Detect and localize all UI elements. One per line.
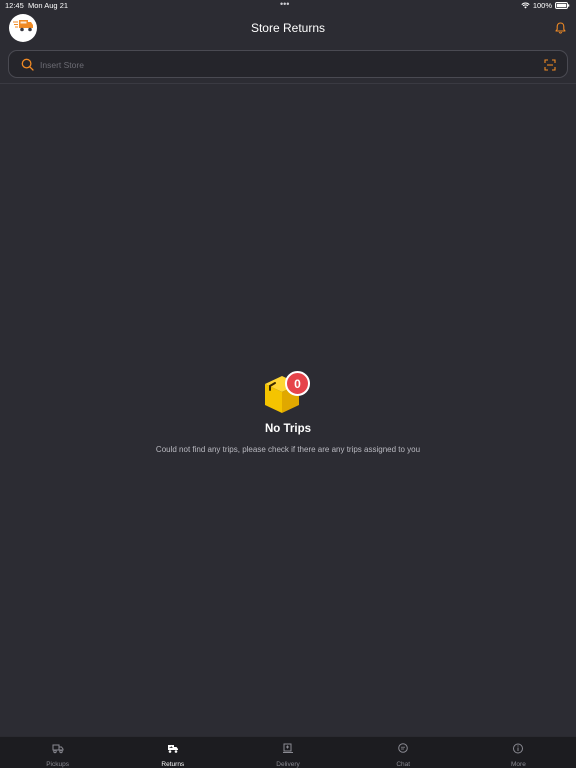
status-time: 12:45 — [5, 1, 24, 10]
pickup-truck-icon — [52, 741, 64, 759]
battery-icon — [555, 2, 570, 9]
battery-percent: 100% — [532, 1, 552, 10]
tab-delivery[interactable]: Delivery — [230, 737, 345, 768]
page-title: Store Returns — [250, 21, 326, 35]
tab-more[interactable]: More — [461, 737, 576, 768]
multitasking-dots[interactable]: ••• — [280, 0, 289, 9]
tab-label: Delivery — [276, 761, 300, 768]
chat-icon — [397, 741, 409, 759]
search-icon — [21, 58, 34, 76]
tab-label: Chat — [396, 761, 411, 768]
tab-bar: Pickups Returns Delivery Chat More — [0, 736, 576, 768]
wifi-icon — [521, 2, 530, 9]
tab-label: Returns — [161, 761, 185, 768]
status-bar: 12:45 Mon Aug 21 ••• 100% — [0, 0, 576, 12]
info-icon — [512, 741, 524, 759]
empty-state-message: Could not find any trips, please check i… — [155, 445, 421, 454]
tab-pickups[interactable]: Pickups — [0, 737, 115, 768]
trip-count-badge: 0 — [285, 371, 310, 396]
tab-label: More — [511, 761, 526, 768]
delivery-icon — [282, 741, 294, 759]
search-box[interactable] — [8, 50, 568, 78]
bell-icon[interactable] — [555, 21, 566, 39]
scan-icon[interactable] — [544, 58, 556, 76]
returns-truck-icon — [167, 741, 179, 759]
tab-label: Pickups — [46, 761, 69, 768]
empty-state-title: No Trips — [264, 423, 311, 435]
header: Store Returns — [0, 12, 576, 46]
tab-chat[interactable]: Chat — [346, 737, 461, 768]
tab-returns[interactable]: Returns — [115, 737, 230, 768]
store-search-input[interactable] — [40, 55, 530, 74]
status-date: Mon Aug 21 — [28, 1, 69, 10]
header-divider — [0, 83, 576, 84]
status-right: 100% — [521, 1, 570, 10]
